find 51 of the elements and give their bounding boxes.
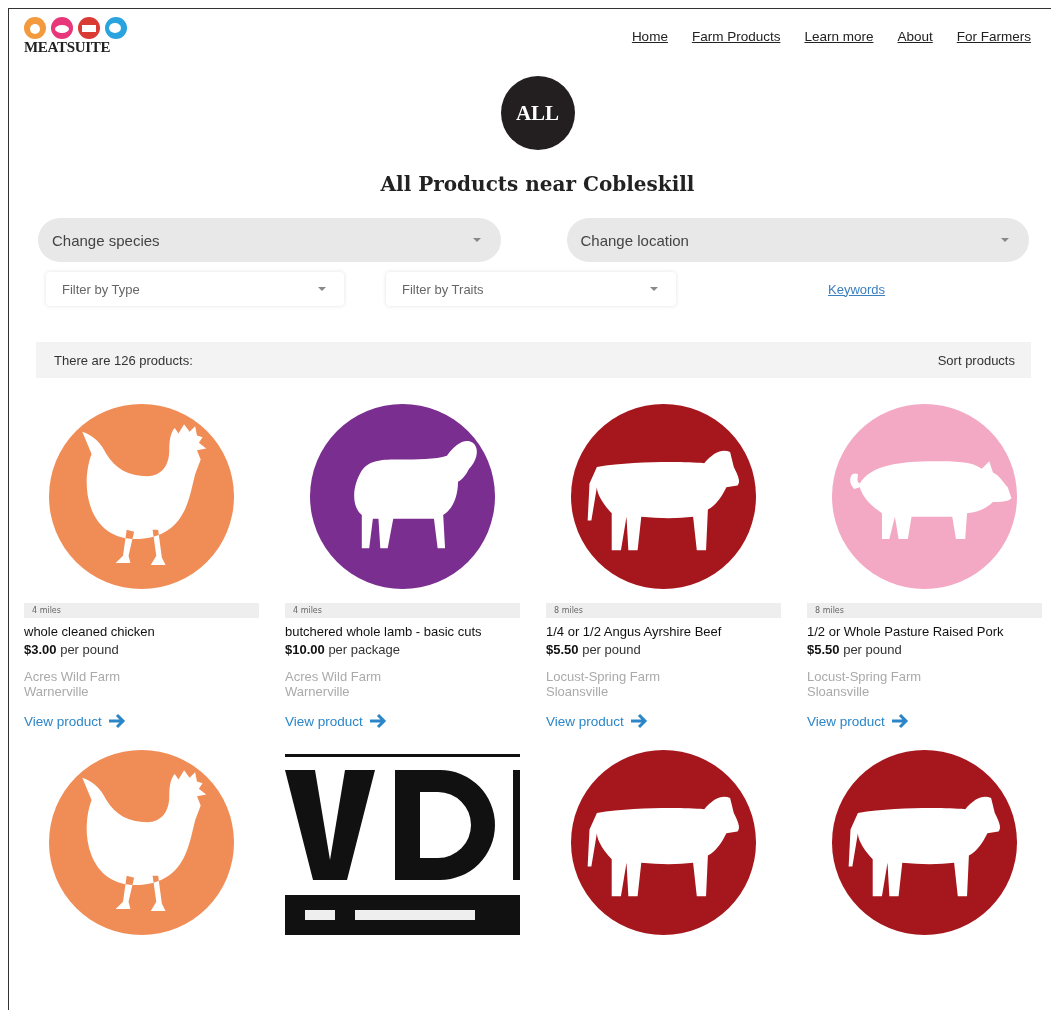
logo-icon	[24, 17, 128, 39]
product-name: whole cleaned chicken	[24, 624, 156, 639]
category-badge: ALL	[500, 76, 575, 150]
dropdown[interactable]: Change species	[38, 218, 501, 262]
lamb-icon	[310, 404, 495, 589]
beef-icon	[571, 749, 756, 935]
view-product-link[interactable]: View product	[24, 713, 126, 729]
farm-town: Warnerville	[24, 684, 90, 699]
view-product-link[interactable]: View product	[546, 713, 648, 729]
farm-town: Warnerville	[285, 684, 351, 699]
product-price: $5.50 per pound	[807, 642, 903, 657]
product-price: $3.00 per pound	[24, 642, 120, 657]
distance-label: 8 miles	[807, 603, 1042, 618]
keywords-link[interactable]: Keywords	[828, 281, 886, 297]
nav-link[interactable]: About	[897, 29, 933, 44]
page-title: All Products near Cobleskill	[380, 172, 695, 196]
beef-icon	[832, 749, 1017, 935]
product-price: $5.50 per pound	[546, 642, 642, 657]
chicken-icon	[49, 404, 234, 589]
arrow-right-icon	[629, 713, 648, 729]
filter-dropdown[interactable]: Filter by Traits	[386, 272, 676, 306]
chicken-icon	[49, 749, 234, 935]
view-product-link[interactable]: View product	[807, 713, 909, 729]
nav-link[interactable]: For Farmers	[956, 29, 1031, 44]
beef-icon	[571, 404, 756, 589]
product-count: There are 126 products:	[54, 352, 193, 368]
distance-label: 4 miles	[285, 603, 520, 618]
pork-icon	[832, 404, 1017, 589]
distance-label: 8 miles	[546, 603, 781, 618]
filter-dropdown[interactable]: Filter by Type	[46, 272, 344, 306]
sort-products-button[interactable]: Sort products	[937, 352, 1015, 368]
nav-link[interactable]: Learn more	[804, 29, 874, 44]
farm-name: Acres Wild Farm	[285, 669, 383, 684]
farm-town: Sloansville	[546, 684, 610, 699]
farm-name: Locust-Spring Farm	[807, 669, 923, 684]
nav-link[interactable]: Home	[631, 29, 668, 44]
product-price: $10.00 per package	[285, 642, 401, 657]
nav-link[interactable]: Farm Products	[691, 29, 781, 44]
farm-name: Locust-Spring Farm	[546, 669, 662, 684]
product-name: 1/2 or Whole Pasture Raised Pork	[807, 624, 1005, 639]
arrow-right-icon	[368, 713, 387, 729]
arrow-right-icon	[107, 713, 126, 729]
dropdown[interactable]: Change location	[566, 218, 1029, 262]
distance-label: 4 miles	[24, 603, 259, 618]
arrow-right-icon	[890, 713, 909, 729]
farm-town: Sloansville	[807, 684, 871, 699]
logo-text: MEATSUITE	[24, 39, 111, 56]
product-name: butchered whole lamb - basic cuts	[285, 624, 483, 639]
farm-name: Acres Wild Farm	[24, 669, 122, 684]
view-product-link[interactable]: View product	[285, 713, 387, 729]
product-name: 1/4 or 1/2 Angus Ayrshire Beef	[546, 624, 723, 639]
